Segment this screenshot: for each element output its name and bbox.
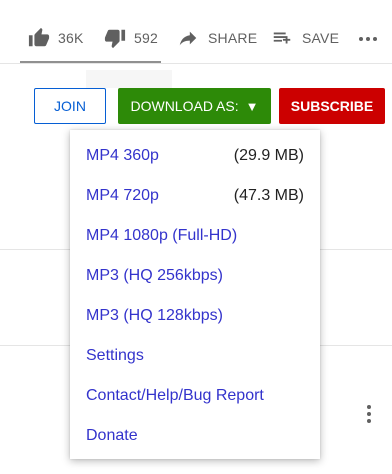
menu-item-label: MP4 720p	[86, 187, 159, 204]
menu-item-mp3-128[interactable]: MP3 (HQ 128kbps)	[86, 304, 304, 328]
menu-item-settings[interactable]: Settings	[86, 344, 304, 368]
thumbs-up-icon	[28, 27, 50, 47]
menu-item-label: MP3 (HQ 128kbps)	[86, 307, 223, 324]
subscribe-label: SUBSCRIBE	[290, 98, 374, 114]
playlist-add-icon	[273, 32, 291, 44]
like-count: 36K	[58, 30, 84, 46]
triangle-down-icon: ▼	[245, 98, 259, 114]
menu-item-contact[interactable]: Contact/Help/Bug Report	[86, 384, 304, 408]
download-as-button[interactable]: DOWNLOAD AS: ▼	[118, 88, 271, 124]
join-button[interactable]: JOIN	[34, 88, 106, 124]
menu-item-mp4-360p[interactable]: MP4 360p (29.9 MB)	[86, 144, 304, 168]
menu-item-mp4-1080p[interactable]: MP4 1080p (Full-HD)	[86, 224, 304, 248]
file-size: (47.3 MB)	[233, 187, 304, 204]
more-horizontal-icon	[359, 37, 377, 41]
download-label: DOWNLOAD AS:	[130, 98, 239, 114]
menu-item-label: Settings	[86, 347, 144, 364]
save-label: SAVE	[302, 30, 340, 46]
menu-item-label: MP4 1080p (Full-HD)	[86, 227, 238, 244]
download-format-menu: MP4 360p (29.9 MB) MP4 720p (47.3 MB) MP…	[70, 130, 320, 459]
menu-item-label: Donate	[86, 427, 138, 444]
share-arrow-icon	[179, 31, 197, 46]
menu-item-mp3-256[interactable]: MP3 (HQ 256kbps)	[86, 264, 304, 288]
more-vertical-icon[interactable]	[366, 404, 372, 424]
file-size: (29.9 MB)	[233, 147, 304, 164]
menu-item-label: MP3 (HQ 256kbps)	[86, 267, 223, 284]
join-label: JOIN	[54, 98, 86, 114]
share-button[interactable]: SHARE	[176, 25, 257, 51]
like-button[interactable]: 36K	[28, 25, 84, 51]
thumbs-down-icon	[104, 29, 126, 49]
menu-item-mp4-720p[interactable]: MP4 720p (47.3 MB)	[86, 184, 304, 208]
dislike-button[interactable]: 592	[104, 25, 158, 51]
menu-item-label: Contact/Help/Bug Report	[86, 387, 264, 404]
menu-item-label: MP4 360p	[86, 147, 159, 164]
menu-item-donate[interactable]: Donate	[86, 424, 304, 448]
subscribe-button[interactable]: SUBSCRIBE	[279, 88, 385, 124]
placeholder-box	[86, 70, 172, 88]
divider	[0, 63, 392, 64]
dislike-count: 592	[134, 30, 158, 46]
share-label: SHARE	[208, 30, 258, 46]
save-button[interactable]: SAVE	[270, 25, 339, 51]
more-actions-button[interactable]	[358, 25, 378, 51]
